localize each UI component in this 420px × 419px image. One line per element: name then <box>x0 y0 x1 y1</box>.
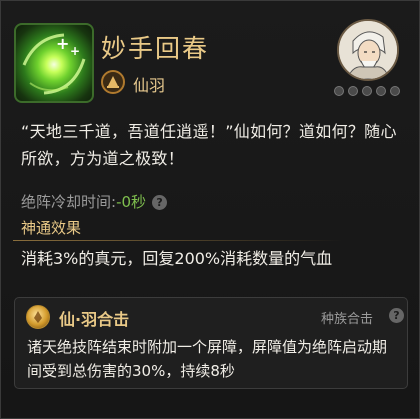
help-icon[interactable]: ? <box>152 195 168 210</box>
combo-skill-name: 仙·羽合击 <box>59 310 130 329</box>
section-divider <box>13 240 343 241</box>
page-dot[interactable] <box>376 86 386 96</box>
sect-name: 仙羽 <box>133 76 166 95</box>
character-portrait[interactable] <box>337 19 399 81</box>
combo-help-icon[interactable]: ? <box>389 308 404 323</box>
effect-description: 消耗3%的真元，回复200%消耗数量的气血 <box>21 249 333 268</box>
skill-name: 妙手回春 <box>101 34 210 63</box>
skill-tooltip-panel: + + 妙手回春 仙羽 “天地三千道，吾道任逍遥！”仙如何？道如何？随心所欲，方… <box>0 0 420 419</box>
page-dot[interactable] <box>334 86 344 96</box>
combo-emblem-icon <box>26 305 50 329</box>
page-dot[interactable] <box>390 86 400 96</box>
effect-title: 神通效果 <box>21 219 82 237</box>
page-dot[interactable] <box>348 86 358 96</box>
sect-emblem-icon <box>101 70 125 94</box>
combo-description: 诸天绝技阵结束时附加一个屏障，屏障值为绝阵启动期间受到总伤害的30%，持续8秒 <box>27 338 388 380</box>
cooldown-row: 绝阵冷却时间:-0秒? <box>21 191 168 212</box>
skill-icon: + + <box>14 23 94 103</box>
skill-quote: “天地三千道，吾道任逍遥！”仙如何？道如何？随心所欲，方为道之极致！ <box>21 122 397 168</box>
combo-type-label: 种族合击 <box>321 312 374 327</box>
combo-skill-box: 仙·羽合击 种族合击 ? 诸天绝技阵结束时附加一个屏障，屏障值为绝阵启动期间受到… <box>14 297 408 389</box>
cooldown-value: -0秒 <box>116 193 147 211</box>
svg-text:+: + <box>70 44 80 58</box>
svg-text:+: + <box>56 34 69 53</box>
portrait-page-dots <box>334 86 400 96</box>
cooldown-label: 绝阵冷却时间: <box>21 193 117 211</box>
page-dot[interactable] <box>362 86 372 96</box>
